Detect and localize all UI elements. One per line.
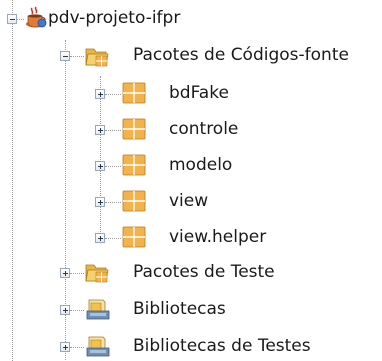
expand-toggle-libraries[interactable]: [60, 305, 70, 315]
tree-guide-line: [70, 56, 84, 57]
package-label[interactable]: view: [169, 191, 208, 211]
test-packages-label[interactable]: Pacotes de Teste: [133, 262, 275, 282]
package-label[interactable]: modelo: [169, 155, 232, 175]
expand-toggle-package[interactable]: [95, 89, 105, 99]
package-icon: [122, 118, 146, 140]
tree-guide-line: [70, 310, 84, 311]
expand-toggle-test-packages[interactable]: [60, 268, 70, 278]
tree-guide-line: [16, 19, 24, 20]
tree-guide-line: [105, 202, 121, 203]
source-packages-folder-icon: [85, 48, 109, 67]
tree-guide-line: [105, 94, 121, 95]
expand-toggle-package[interactable]: [95, 233, 105, 243]
collapse-toggle-project[interactable]: [7, 14, 17, 24]
tree-guide-line: [105, 238, 121, 239]
package-label[interactable]: view.helper: [169, 227, 266, 247]
libraries-label[interactable]: Bibliotecas: [133, 299, 226, 319]
collapse-toggle-source-packages[interactable]: [60, 51, 70, 61]
project-badge-icon: [37, 18, 47, 28]
package-label[interactable]: bdFake: [169, 83, 229, 103]
project-label[interactable]: pdv-projeto-ifpr: [48, 8, 180, 28]
source-packages-label[interactable]: Pacotes de Códigos-fonte: [133, 45, 349, 65]
tree-guide-line: [105, 130, 121, 131]
expand-toggle-package[interactable]: [95, 197, 105, 207]
tree-guide-line: [70, 347, 84, 348]
tree-guide-line: [70, 273, 84, 274]
project-tree: pdv-projeto-ifpr Pacotes de Códigos-font…: [0, 0, 382, 361]
libraries-icon: [86, 299, 110, 320]
tree-guide-line: [12, 0, 13, 361]
expand-toggle-test-libraries[interactable]: [60, 342, 70, 352]
package-icon: [122, 82, 146, 104]
expand-toggle-package[interactable]: [95, 125, 105, 135]
tree-guide-line: [100, 76, 101, 238]
test-libraries-icon: [86, 336, 110, 357]
tree-guide-line: [105, 166, 121, 167]
package-icon: [122, 154, 146, 176]
package-icon: [122, 226, 146, 248]
expand-toggle-package[interactable]: [95, 161, 105, 171]
test-packages-folder-icon: [85, 264, 109, 283]
test-libraries-label[interactable]: Bibliotecas de Testes: [133, 336, 311, 356]
package-icon: [122, 190, 146, 212]
package-label[interactable]: controle: [169, 119, 238, 139]
